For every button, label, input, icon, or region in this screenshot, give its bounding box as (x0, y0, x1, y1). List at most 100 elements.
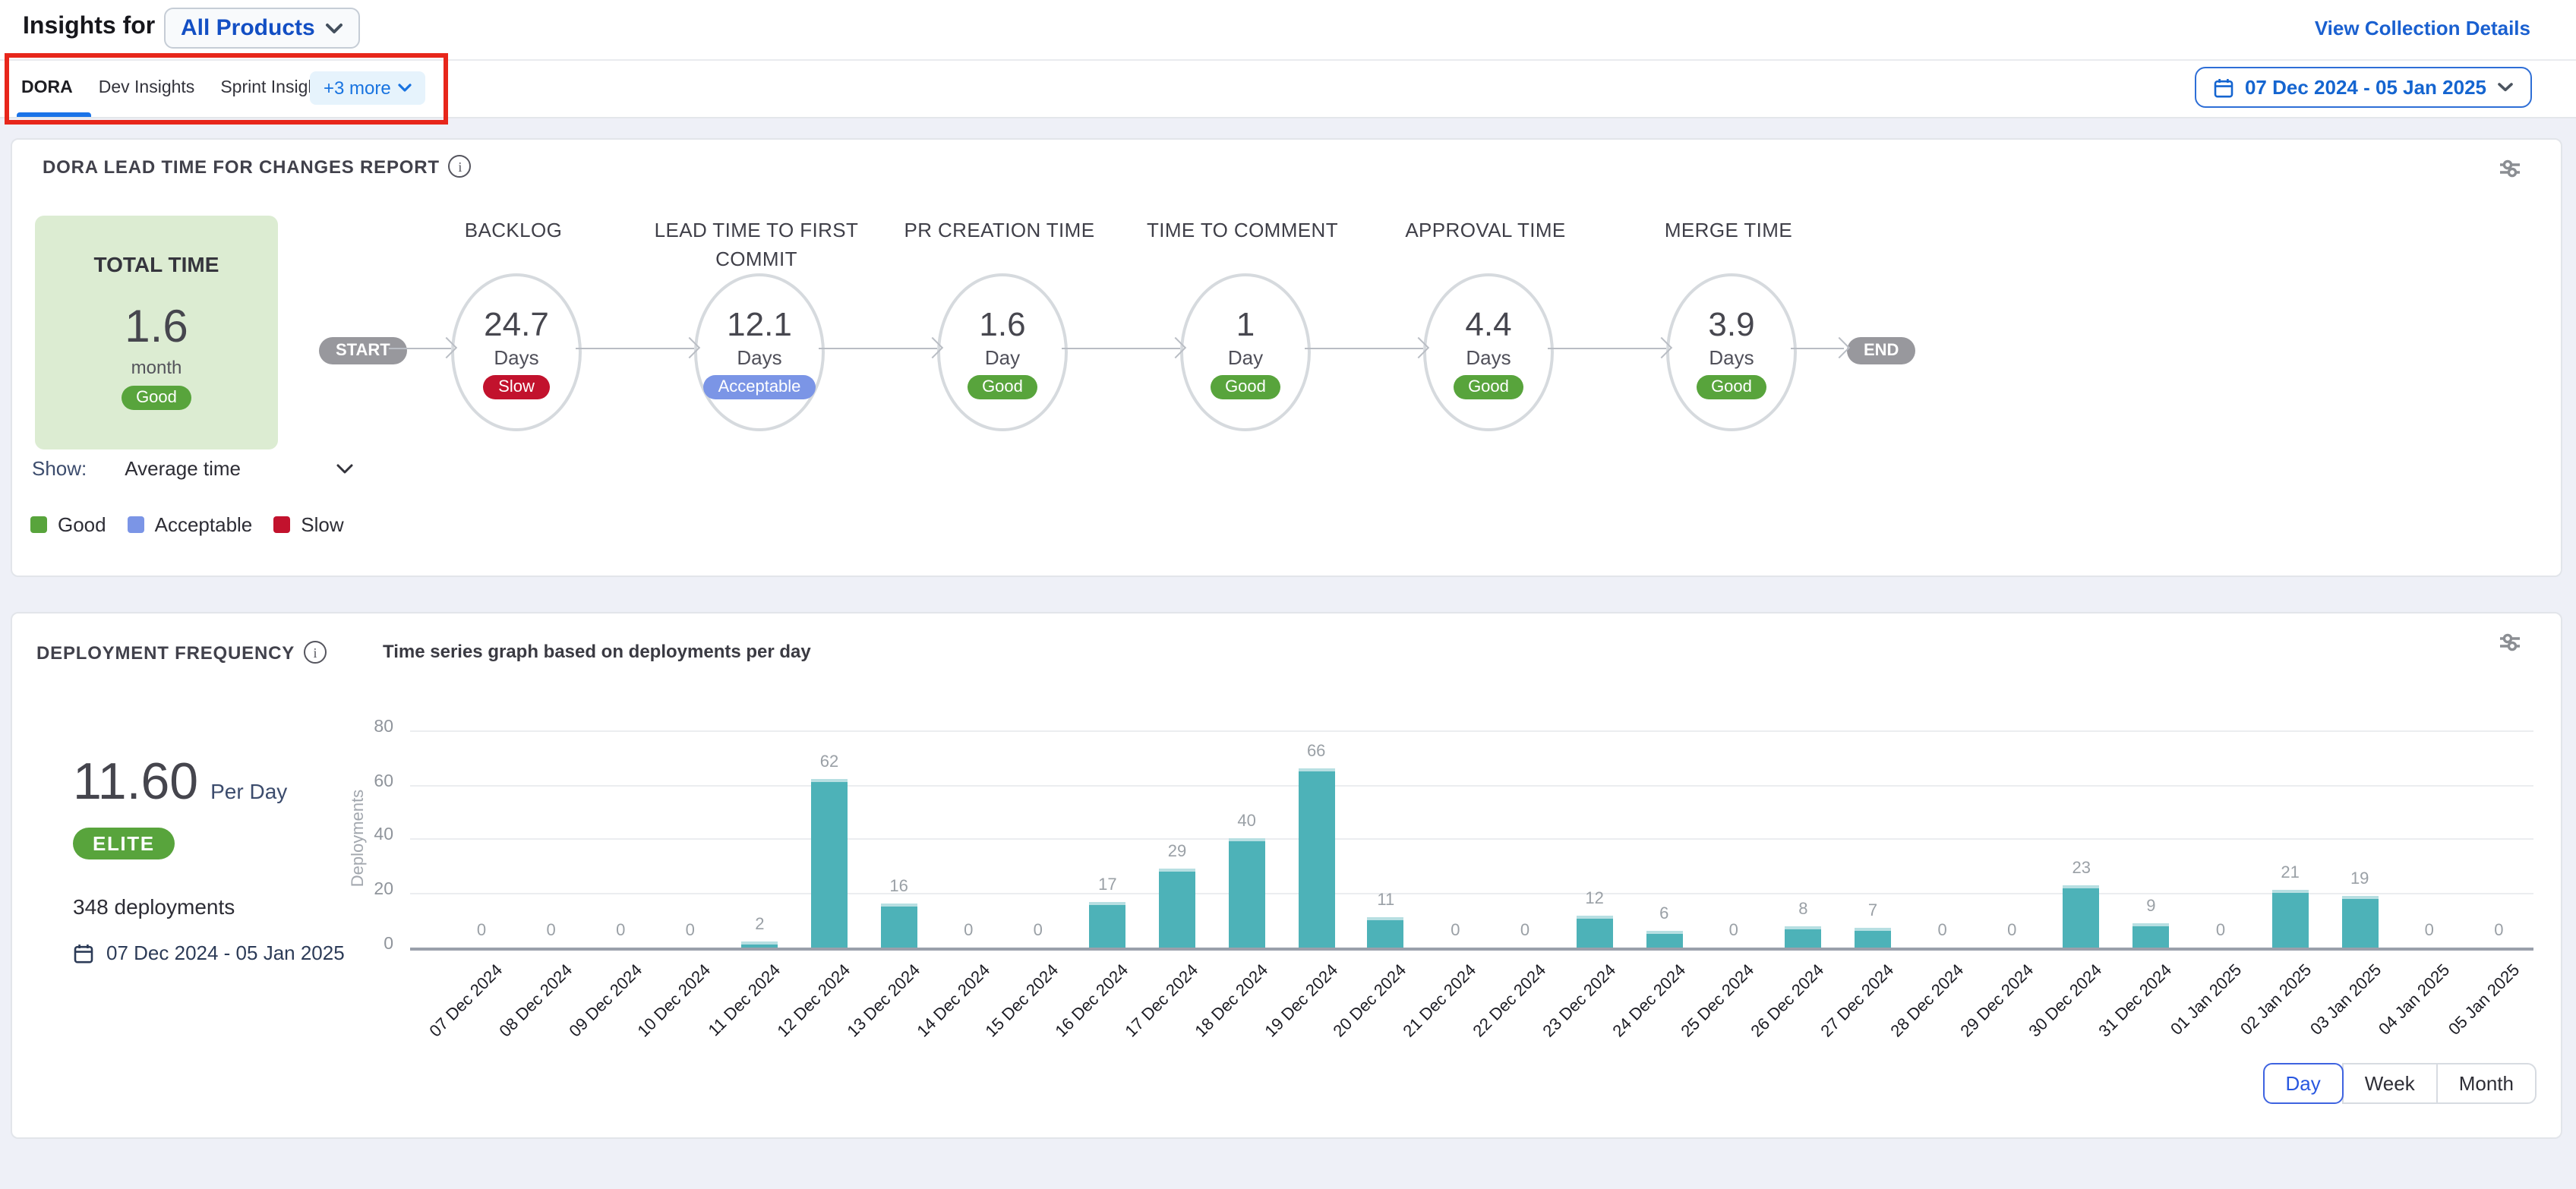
bar[interactable] (2272, 891, 2309, 948)
more-tabs-button[interactable]: +3 more (310, 71, 426, 105)
report-tabs: DORADev InsightsSprint Insights (21, 59, 331, 117)
stage-value: 12.1 (727, 305, 792, 345)
sliders-icon[interactable] (2499, 158, 2521, 179)
bar-value-label: 2 (729, 916, 790, 935)
total-time-label: TOTAL TIME (94, 252, 219, 276)
bar-value-label: 0 (1703, 922, 1764, 940)
page-root: Insights for All Products View Collectio… (0, 0, 2576, 1163)
stage-rating-badge: Good (1453, 375, 1524, 399)
bar-value-label: 62 (799, 753, 860, 771)
bar-value-label: 16 (869, 878, 930, 897)
info-icon[interactable] (449, 155, 472, 178)
header-row: Insights for All Products View Collectio… (0, 0, 2576, 61)
stage-unit: Day (985, 346, 1020, 369)
stage-rating-badge: Good (1696, 375, 1767, 399)
bar-value-label: 0 (2399, 922, 2460, 940)
total-time-value: 1.6 (125, 302, 188, 354)
stage-unit: Day (1228, 346, 1263, 369)
stage-value: 3.9 (1708, 305, 1754, 345)
lead-time-card: DORA LEAD TIME FOR CHANGES REPORT TOTAL … (11, 138, 2562, 577)
bar[interactable] (1298, 768, 1334, 948)
chevron-down-icon (326, 22, 344, 34)
bar[interactable] (2341, 896, 2378, 948)
flow-arrow (1548, 348, 1666, 349)
legend-label: Good (58, 513, 106, 536)
stage-rating-badge: Good (967, 375, 1038, 399)
more-tabs-label: +3 more (324, 77, 391, 99)
stage-circle: 12.1Days Acceptable (694, 273, 825, 431)
total-time-unit: month (131, 357, 182, 378)
stage-unit: Days (737, 346, 781, 369)
bar[interactable] (1229, 839, 1265, 948)
bar[interactable] (2063, 885, 2100, 948)
bar-value-label: 29 (1147, 843, 1208, 861)
bar[interactable] (741, 942, 778, 948)
bar-value-label: 0 (2190, 922, 2251, 940)
date-range-label: 07 Dec 2024 - 05 Jan 2025 (2245, 76, 2486, 99)
bar-value-label: 0 (938, 922, 999, 940)
bar-value-label: 0 (660, 922, 721, 940)
bar[interactable] (1577, 915, 1613, 948)
view-collection-details-link[interactable]: View Collection Details (2315, 17, 2530, 39)
date-range-picker[interactable]: 07 Dec 2024 - 05 Jan 2025 (2195, 67, 2532, 108)
bar-value-label: 0 (590, 922, 651, 940)
bar[interactable] (1089, 901, 1125, 948)
legend-label: Acceptable (155, 513, 253, 536)
flow-arrow (389, 348, 451, 349)
stage-circle: 1DayGood (1180, 273, 1311, 431)
flow-end-pill: END (1847, 337, 1915, 364)
show-selector[interactable]: Show: Average time (32, 457, 353, 480)
x-axis-line (410, 948, 2533, 951)
bar-value-label: 11 (1356, 892, 1416, 910)
granularity-toggle: DayWeekMonth (2262, 1063, 2537, 1104)
bar[interactable] (2132, 923, 2169, 948)
legend-swatch (273, 516, 290, 533)
show-value: Average time (125, 457, 241, 480)
stage-circle: 4.4DaysGood (1423, 273, 1554, 431)
y-tick-label: 80 (330, 718, 393, 736)
flow-arrow (819, 348, 937, 349)
y-tick-label: 60 (330, 772, 393, 790)
stage-label: PR CREATION TIME (886, 216, 1113, 244)
bar-value-label: 6 (1634, 906, 1694, 924)
bar[interactable] (1785, 926, 1821, 948)
bar[interactable] (811, 779, 848, 948)
stage-value: 24.7 (484, 305, 549, 345)
granularity-day-button[interactable]: Day (2262, 1063, 2343, 1104)
bar-value-label: 0 (1008, 922, 1069, 940)
stage-rating-badge: Acceptable (703, 375, 816, 399)
bar-value-label: 0 (1981, 922, 2042, 940)
stage-label: APPROVAL TIME (1372, 216, 1599, 244)
rating-legend: GoodAcceptableSlow (30, 513, 344, 536)
stage-label: BACKLOG (399, 216, 627, 244)
bar[interactable] (1368, 918, 1404, 948)
product-selector[interactable]: All Products (164, 8, 361, 49)
bar[interactable] (881, 904, 917, 948)
tab-dev-insights[interactable]: Dev Insights (99, 59, 195, 117)
bar-value-label: 0 (1495, 922, 1555, 940)
granularity-week-button[interactable]: Week (2342, 1063, 2438, 1104)
lead-time-card-title: DORA LEAD TIME FOR CHANGES REPORT (43, 156, 440, 177)
stage-label: LEAD TIME TO FIRST COMMIT (642, 216, 870, 273)
arrow-head-icon (1829, 338, 1850, 359)
legend-item: Good (30, 513, 106, 536)
bar[interactable] (1646, 932, 1682, 948)
flow-start-pill: START (319, 337, 407, 364)
bar[interactable] (1855, 929, 1891, 948)
bar-value-label: 19 (2329, 870, 2390, 888)
page-title: Insights for (23, 14, 155, 41)
tab-dora[interactable]: DORA (21, 59, 73, 117)
bar-value-label: 0 (1425, 922, 1485, 940)
chevron-down-icon (335, 462, 353, 475)
stage-unit: Days (1709, 346, 1754, 369)
stage-rating-badge: Slow (483, 375, 550, 399)
bar-value-label: 0 (451, 922, 512, 940)
flow-arrow (1062, 348, 1180, 349)
bar[interactable] (1159, 869, 1195, 948)
granularity-month-button[interactable]: Month (2436, 1063, 2537, 1104)
bar-value-label: 12 (1564, 889, 1625, 907)
stage-circle: 24.7DaysSlow (451, 273, 582, 431)
chevron-down-icon (399, 84, 412, 93)
bar-value-label: 21 (2260, 865, 2321, 883)
bar-value-label: 40 (1217, 813, 1277, 831)
